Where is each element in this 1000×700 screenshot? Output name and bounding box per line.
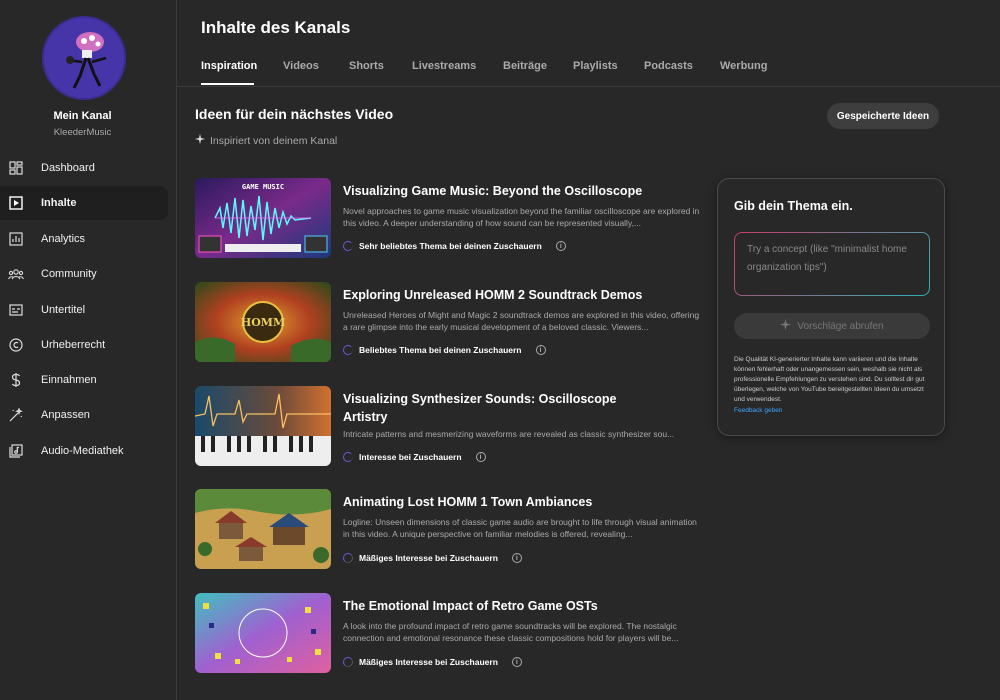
info-icon[interactable]: i bbox=[535, 345, 546, 355]
tab-livestreams[interactable]: Livestreams bbox=[412, 60, 476, 72]
info-icon[interactable]: i bbox=[511, 553, 522, 563]
header-divider bbox=[177, 86, 1000, 87]
sidebar-item-audio-mediathek[interactable]: Audio-Mediathek bbox=[0, 434, 168, 468]
idea-status: Beliebtes Thema bei deinen Zuschauern i bbox=[343, 345, 546, 355]
idea-title[interactable]: The Emotional Impact of Retro Game OSTs bbox=[343, 597, 643, 615]
idea-title[interactable]: Visualizing Synthesizer Sounds: Oscillos… bbox=[343, 390, 633, 426]
sidebar-item-urheberrecht[interactable]: Urheberrecht bbox=[0, 328, 168, 362]
sidebar-item-label: Anpassen bbox=[41, 409, 90, 421]
info-icon[interactable]: i bbox=[511, 657, 522, 667]
idea-status: Interesse bei Zuschauern i bbox=[343, 452, 486, 462]
channel-name: Mein Kanal bbox=[53, 110, 112, 122]
channel-avatar[interactable] bbox=[42, 16, 126, 100]
idea-status: Sehr beliebtes Thema bei deinen Zuschaue… bbox=[343, 241, 566, 251]
idea-title[interactable]: Animating Lost HOMM 1 Town Ambiances bbox=[343, 493, 643, 511]
sidebar-item-label: Urheberrecht bbox=[41, 339, 106, 351]
inspired-label: Inspiriert von deinem Kanal bbox=[210, 134, 338, 147]
idea-status-label: Interesse bei Zuschauern bbox=[359, 452, 462, 462]
sidebar-item-label: Community bbox=[41, 268, 97, 280]
tab-inspiration[interactable]: Inspiration bbox=[201, 60, 257, 72]
idea-card[interactable]: The Emotional Impact of Retro Game OSTs … bbox=[195, 593, 705, 675]
sidebar-item-label: Dashboard bbox=[41, 162, 95, 174]
sidebar-item-label: Einnahmen bbox=[41, 374, 97, 386]
interest-indicator-icon bbox=[343, 657, 353, 667]
channel-handle: KleederMusic bbox=[53, 127, 112, 138]
sidebar-item-inhalte[interactable]: Inhalte bbox=[0, 186, 168, 220]
subtitles-icon bbox=[8, 302, 24, 318]
sidebar-item-label: Audio-Mediathek bbox=[41, 445, 124, 457]
analytics-icon bbox=[8, 231, 24, 247]
magic-wand-icon bbox=[8, 407, 24, 423]
idea-status-label: Sehr beliebtes Thema bei deinen Zuschaue… bbox=[359, 241, 542, 251]
thumb-text: GAME MUSIC bbox=[242, 183, 284, 191]
topic-panel: Gib dein Thema ein. Vorschläge abrufen D… bbox=[717, 178, 945, 436]
idea-description: A look into the profound impact of retro… bbox=[343, 621, 679, 643]
idea-status: Mäßiges Interesse bei Zuschauern i bbox=[343, 657, 522, 667]
idea-card[interactable]: Visualizing Synthesizer Sounds: Oscillos… bbox=[195, 386, 705, 468]
page-title: Inhalte des Kanals bbox=[201, 18, 351, 37]
copyright-icon bbox=[8, 337, 24, 353]
sidebar-item-label: Analytics bbox=[41, 233, 86, 245]
tab-shorts[interactable]: Shorts bbox=[349, 60, 384, 72]
sidebar-item-label: Inhalte bbox=[41, 197, 77, 209]
sparkle-icon bbox=[195, 134, 205, 147]
tab-podcasts[interactable]: Podcasts bbox=[644, 60, 693, 72]
dashboard-icon bbox=[8, 160, 24, 176]
sidebar-item-label: Untertitel bbox=[41, 304, 86, 316]
idea-status-label: Beliebtes Thema bei deinen Zuschauern bbox=[359, 345, 522, 355]
get-suggestions-label: Vorschläge abrufen bbox=[797, 320, 884, 332]
idea-description: Logline: Unseen dimensions of classic ga… bbox=[343, 517, 697, 539]
concept-input[interactable] bbox=[734, 232, 930, 296]
active-tab-indicator bbox=[201, 83, 254, 85]
idea-description: Intricate patterns and mesmerizing wavef… bbox=[343, 429, 675, 439]
content-icon bbox=[8, 195, 24, 211]
ai-disclaimer: Die Qualität KI-generierter Inhalte kann… bbox=[734, 356, 925, 403]
saved-ideas-button[interactable]: Gespeicherte Ideen bbox=[827, 103, 939, 129]
tab-werbung[interactable]: Werbung bbox=[720, 60, 767, 72]
idea-card[interactable]: Animating Lost HOMM 1 Town Ambiances Log… bbox=[195, 489, 705, 571]
feedback-link[interactable]: Feedback geben bbox=[734, 407, 782, 414]
idea-card[interactable]: HOMM Exploring Unreleased HOMM 2 Soundtr… bbox=[195, 282, 705, 364]
tab-videos[interactable]: Videos bbox=[283, 60, 319, 72]
inspired-note: Inspiriert von deinem Kanal bbox=[195, 134, 337, 147]
idea-thumbnail bbox=[195, 593, 331, 673]
idea-description: Novel approaches to game music visualiza… bbox=[343, 206, 700, 228]
section-title: Ideen für dein nächstes Video bbox=[195, 106, 394, 122]
sidebar-item-community[interactable]: Community bbox=[0, 257, 168, 291]
tab-beitraege[interactable]: Beiträge bbox=[503, 60, 547, 72]
thumb-text: HOMM bbox=[241, 316, 285, 329]
info-icon[interactable]: i bbox=[475, 452, 486, 462]
get-suggestions-button[interactable]: Vorschläge abrufen bbox=[734, 313, 930, 339]
idea-title[interactable]: Exploring Unreleased HOMM 2 Soundtrack D… bbox=[343, 286, 643, 304]
idea-title[interactable]: Visualizing Game Music: Beyond the Oscil… bbox=[343, 182, 643, 200]
community-icon bbox=[8, 266, 24, 282]
idea-description: Unreleased Heroes of Might and Magic 2 s… bbox=[343, 310, 700, 332]
sidebar-item-anpassen[interactable]: Anpassen bbox=[0, 398, 168, 432]
dollar-icon bbox=[8, 372, 24, 388]
sparkle-icon bbox=[780, 319, 792, 333]
info-icon[interactable]: i bbox=[555, 241, 566, 251]
sidebar-item-analytics[interactable]: Analytics bbox=[0, 222, 168, 256]
interest-indicator-icon bbox=[343, 553, 353, 563]
sidebar-item-einnahmen[interactable]: Einnahmen bbox=[0, 363, 168, 397]
sidebar: Mein Kanal KleederMusic Dashboard Inhalt… bbox=[0, 0, 177, 700]
interest-indicator-icon bbox=[343, 241, 353, 251]
panel-title: Gib dein Thema ein. bbox=[734, 199, 853, 213]
audio-library-icon bbox=[8, 443, 24, 459]
sidebar-item-untertitel[interactable]: Untertitel bbox=[0, 293, 168, 327]
idea-thumbnail bbox=[195, 386, 331, 466]
interest-indicator-icon bbox=[343, 452, 353, 462]
idea-card[interactable]: GAME MUSIC Visualizing Game Music: Beyon… bbox=[195, 178, 705, 260]
sidebar-item-dashboard[interactable]: Dashboard bbox=[0, 151, 168, 185]
idea-status: Mäßiges Interesse bei Zuschauern i bbox=[343, 553, 522, 563]
idea-thumbnail: GAME MUSIC bbox=[195, 178, 331, 258]
idea-status-label: Mäßiges Interesse bei Zuschauern bbox=[359, 553, 498, 563]
idea-thumbnail: HOMM bbox=[195, 282, 331, 362]
idea-status-label: Mäßiges Interesse bei Zuschauern bbox=[359, 657, 498, 667]
idea-thumbnail bbox=[195, 489, 331, 569]
interest-indicator-icon bbox=[343, 345, 353, 355]
tab-playlists[interactable]: Playlists bbox=[573, 60, 618, 72]
